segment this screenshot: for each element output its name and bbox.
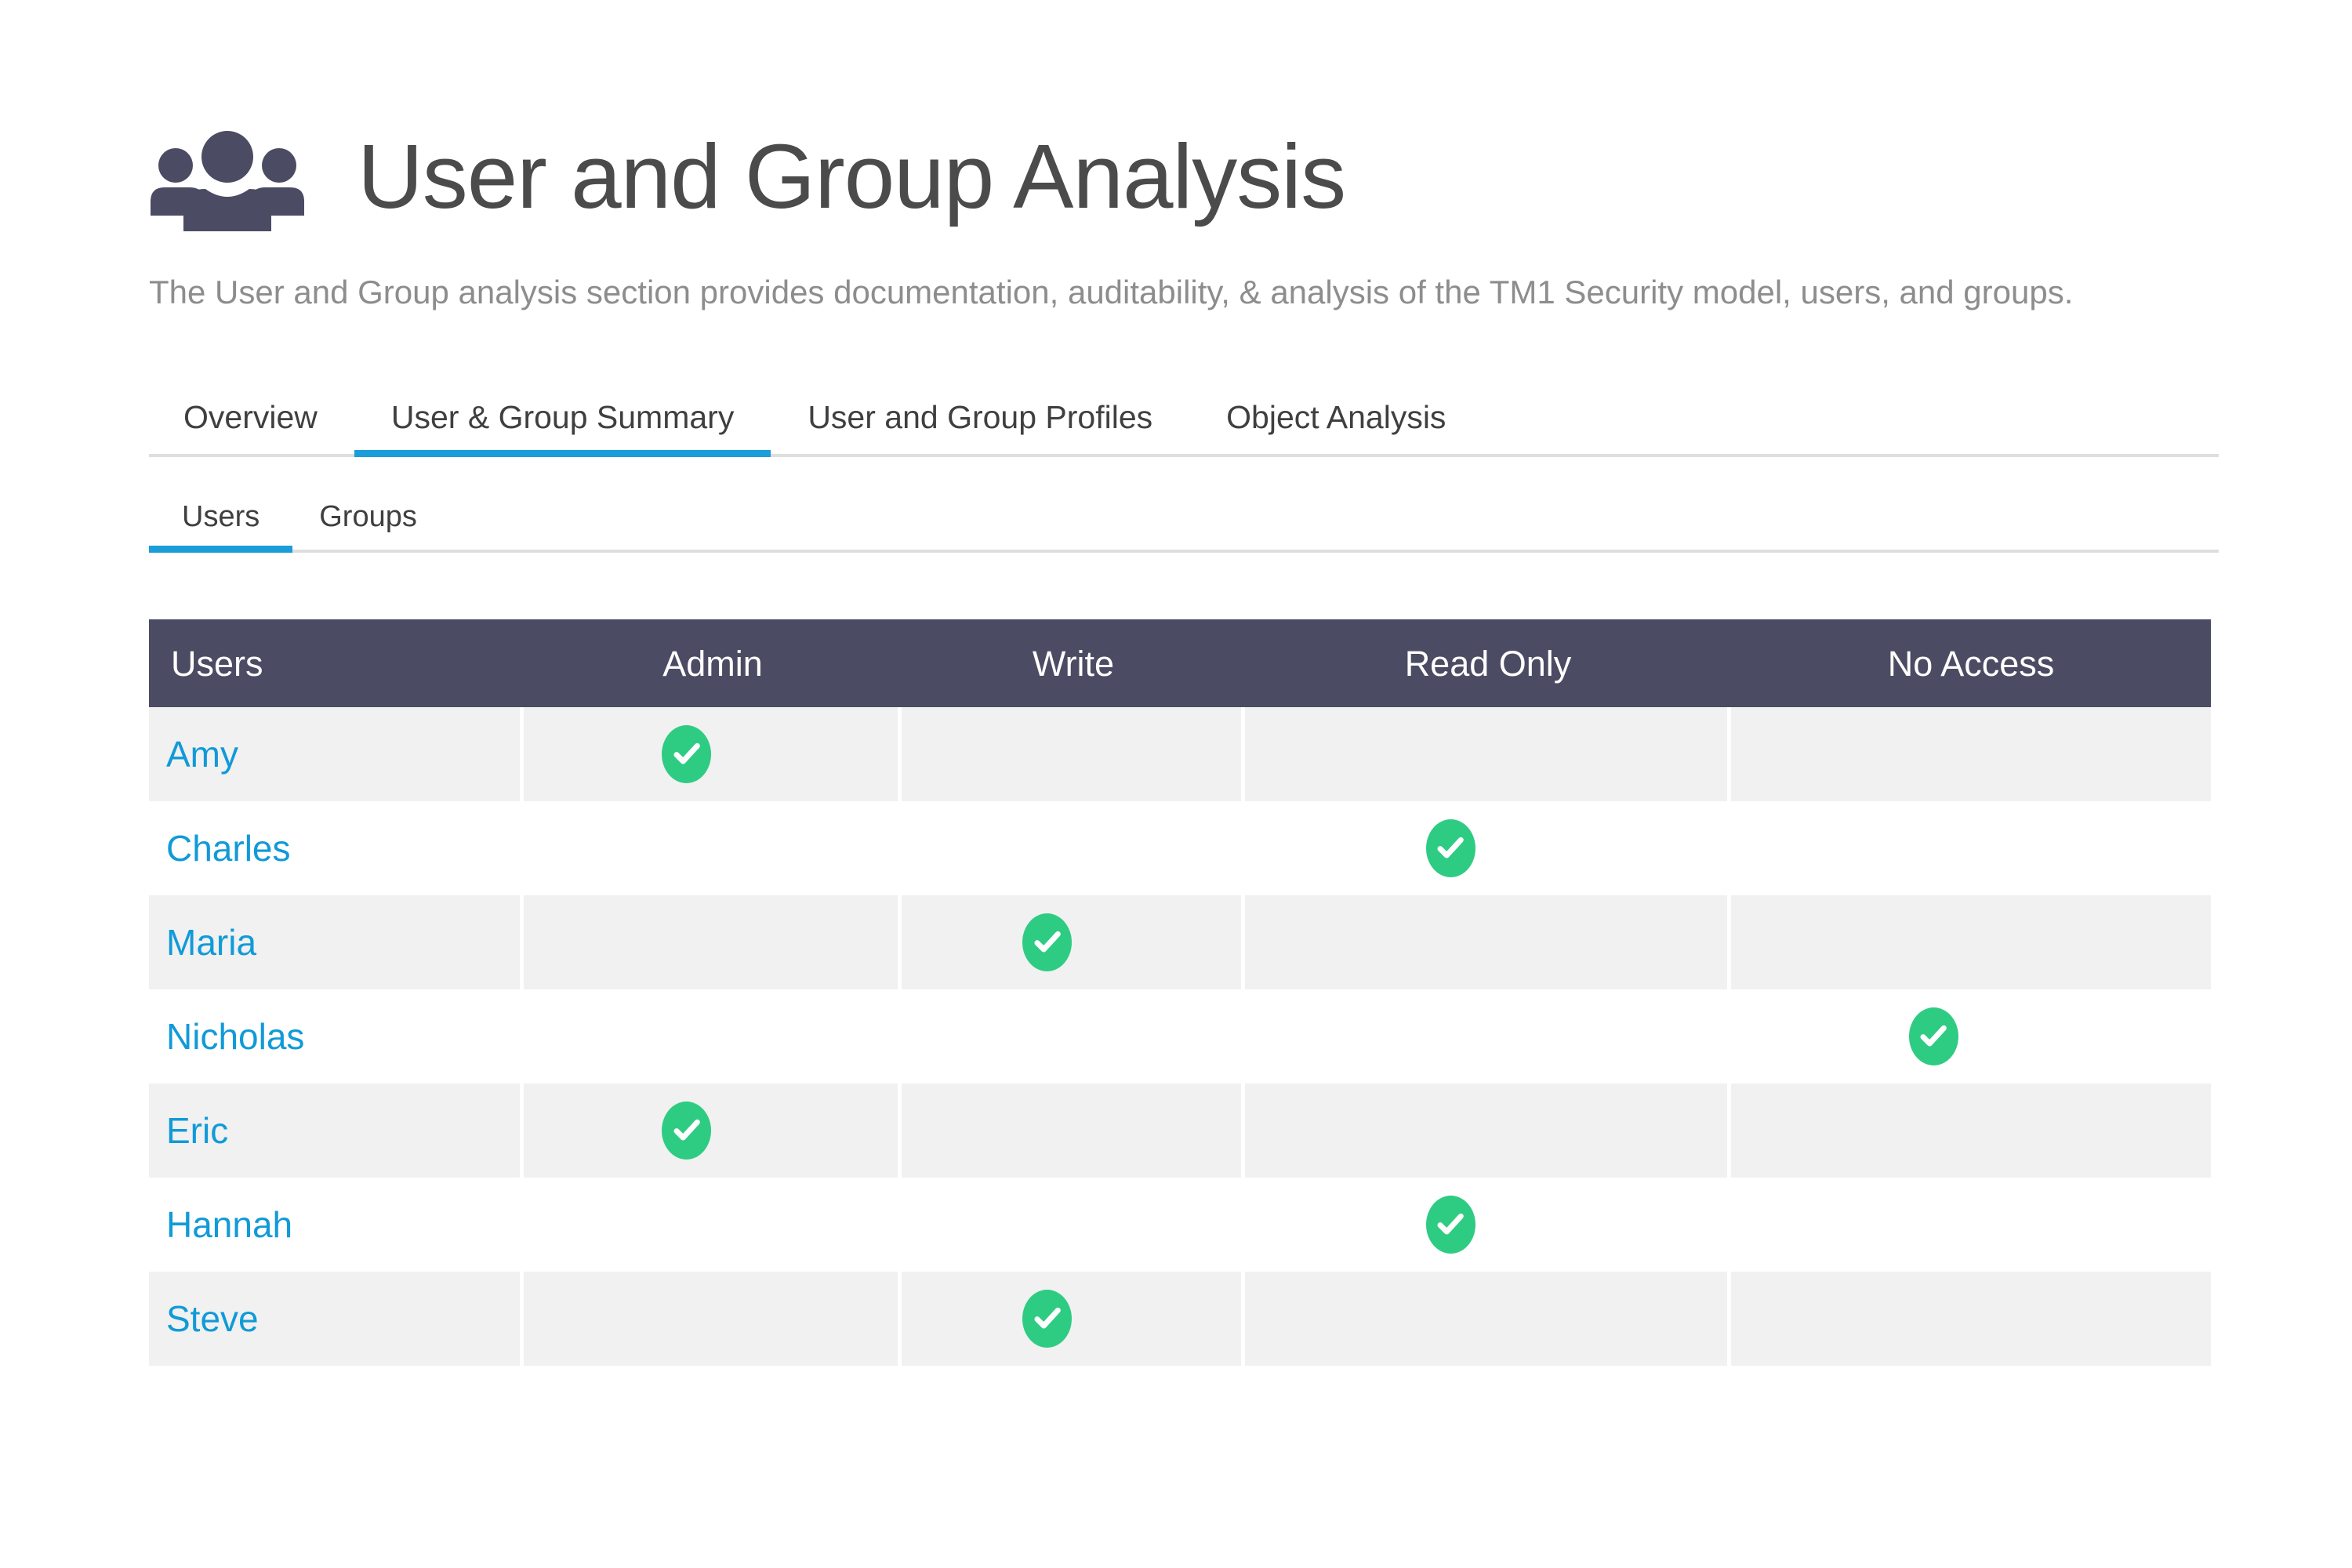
tab-overview[interactable]: Overview bbox=[149, 401, 354, 454]
permission-cell-write[interactable] bbox=[902, 707, 1245, 801]
permission-cell-admin[interactable] bbox=[524, 989, 902, 1083]
column-header-write[interactable]: Write bbox=[902, 646, 1245, 681]
check-mark-icon bbox=[1437, 1213, 1464, 1235]
permission-cell-read-only[interactable] bbox=[1245, 1272, 1731, 1366]
check-mark-badge bbox=[1022, 913, 1072, 971]
check-mark-icon bbox=[673, 742, 700, 764]
permission-cell-admin[interactable] bbox=[524, 1083, 902, 1178]
permission-marker-slot bbox=[524, 725, 898, 783]
subtab-users[interactable]: Users bbox=[149, 502, 293, 553]
permission-cell-write[interactable] bbox=[902, 895, 1245, 989]
user-name-link[interactable]: Charles bbox=[166, 830, 291, 866]
permission-marker-slot bbox=[902, 1290, 1241, 1348]
user-name-link[interactable]: Steve bbox=[166, 1301, 259, 1337]
permission-marker-slot bbox=[1245, 819, 1731, 877]
primary-tab-bar: Overview User & Group Summary User and G… bbox=[149, 401, 2219, 457]
user-name-cell: Hannah bbox=[149, 1178, 524, 1272]
page-subtitle: The User and Group analysis section prov… bbox=[149, 274, 2074, 310]
page-title: User and Group Analysis bbox=[358, 125, 1346, 227]
user-name-link[interactable]: Amy bbox=[166, 736, 238, 772]
check-mark-badge bbox=[1908, 1007, 1958, 1065]
permission-cell-read-only[interactable] bbox=[1245, 895, 1731, 989]
user-name-link[interactable]: Hannah bbox=[166, 1207, 292, 1243]
column-header-read-only[interactable]: Read Only bbox=[1245, 646, 1731, 681]
table-row: Nicholas bbox=[149, 989, 2211, 1083]
permission-cell-read-only[interactable] bbox=[1245, 1083, 1731, 1178]
table-row: Steve bbox=[149, 1272, 2211, 1366]
check-mark-badge bbox=[1425, 819, 1475, 877]
column-header-admin[interactable]: Admin bbox=[524, 646, 902, 681]
check-mark-icon bbox=[1034, 1307, 1061, 1329]
table-row: Hannah bbox=[149, 1178, 2211, 1272]
permission-cell-write[interactable] bbox=[902, 801, 1245, 895]
permission-cell-no-access[interactable] bbox=[1731, 1272, 2211, 1366]
check-mark-badge bbox=[1425, 1196, 1475, 1254]
user-name-cell: Charles bbox=[149, 801, 524, 895]
permission-marker-slot bbox=[1245, 1196, 1731, 1254]
table-body: Amy Charles Maria Nicholas Eric Hannah Steve bbox=[149, 707, 2211, 1366]
permission-cell-admin[interactable] bbox=[524, 895, 902, 989]
permission-cell-admin[interactable] bbox=[524, 707, 902, 801]
permission-cell-read-only[interactable] bbox=[1245, 1178, 1731, 1272]
permission-cell-no-access[interactable] bbox=[1731, 707, 2211, 801]
permission-marker-slot bbox=[1731, 1007, 2211, 1065]
permission-cell-write[interactable] bbox=[902, 1083, 1245, 1178]
check-mark-badge bbox=[662, 725, 711, 783]
permission-cell-no-access[interactable] bbox=[1731, 801, 2211, 895]
permission-cell-read-only[interactable] bbox=[1245, 989, 1731, 1083]
tab-object-analysis[interactable]: Object Analysis bbox=[1189, 401, 1483, 454]
table-header-row: Users Admin Write Read Only No Access bbox=[149, 619, 2211, 707]
permission-cell-write[interactable] bbox=[902, 1178, 1245, 1272]
permission-marker-slot bbox=[524, 1102, 898, 1160]
secondary-tab-bar: Users Groups bbox=[149, 502, 2219, 553]
subtab-groups[interactable]: Groups bbox=[292, 502, 444, 550]
table-row: Maria bbox=[149, 895, 2211, 989]
table-row: Amy bbox=[149, 707, 2211, 801]
column-header-users[interactable]: Users bbox=[149, 646, 524, 681]
permission-cell-no-access[interactable] bbox=[1731, 989, 2211, 1083]
check-mark-icon bbox=[1437, 837, 1464, 858]
check-mark-badge bbox=[1022, 1290, 1072, 1348]
column-header-no-access[interactable]: No Access bbox=[1731, 646, 2211, 681]
user-name-link[interactable]: Nicholas bbox=[166, 1018, 304, 1054]
title-row: User and Group Analysis bbox=[149, 118, 2219, 235]
permission-cell-admin[interactable] bbox=[524, 1178, 902, 1272]
people-group-icon bbox=[151, 131, 304, 231]
user-permissions-table: Users Admin Write Read Only No Access Am… bbox=[149, 619, 2211, 1366]
permission-cell-no-access[interactable] bbox=[1731, 895, 2211, 989]
check-mark-badge bbox=[662, 1102, 711, 1160]
user-name-cell: Steve bbox=[149, 1272, 524, 1366]
user-name-link[interactable]: Maria bbox=[166, 924, 256, 960]
tab-user-and-group-profiles[interactable]: User and Group Profiles bbox=[771, 401, 1189, 454]
permission-cell-read-only[interactable] bbox=[1245, 801, 1731, 895]
permission-cell-write[interactable] bbox=[902, 1272, 1245, 1366]
check-mark-icon bbox=[1920, 1025, 1947, 1047]
permission-cell-admin[interactable] bbox=[524, 1272, 902, 1366]
user-name-link[interactable]: Eric bbox=[166, 1112, 228, 1149]
check-mark-icon bbox=[673, 1119, 700, 1141]
table-row: Eric bbox=[149, 1083, 2211, 1178]
permission-cell-read-only[interactable] bbox=[1245, 707, 1731, 801]
user-and-group-analysis-page: User and Group Analysis The User and Gro… bbox=[0, 0, 2352, 1568]
page-header: User and Group Analysis The User and Gro… bbox=[149, 118, 2219, 314]
user-name-cell: Eric bbox=[149, 1083, 524, 1178]
table-row: Charles bbox=[149, 801, 2211, 895]
user-name-cell: Maria bbox=[149, 895, 524, 989]
user-name-cell: Nicholas bbox=[149, 989, 524, 1083]
permission-cell-no-access[interactable] bbox=[1731, 1083, 2211, 1178]
permission-cell-admin[interactable] bbox=[524, 801, 902, 895]
permission-marker-slot bbox=[902, 913, 1241, 971]
tab-user-and-group-summary[interactable]: User & Group Summary bbox=[354, 401, 771, 457]
permission-cell-write[interactable] bbox=[902, 989, 1245, 1083]
check-mark-icon bbox=[1034, 931, 1061, 953]
user-name-cell: Amy bbox=[149, 707, 524, 801]
permission-cell-no-access[interactable] bbox=[1731, 1178, 2211, 1272]
